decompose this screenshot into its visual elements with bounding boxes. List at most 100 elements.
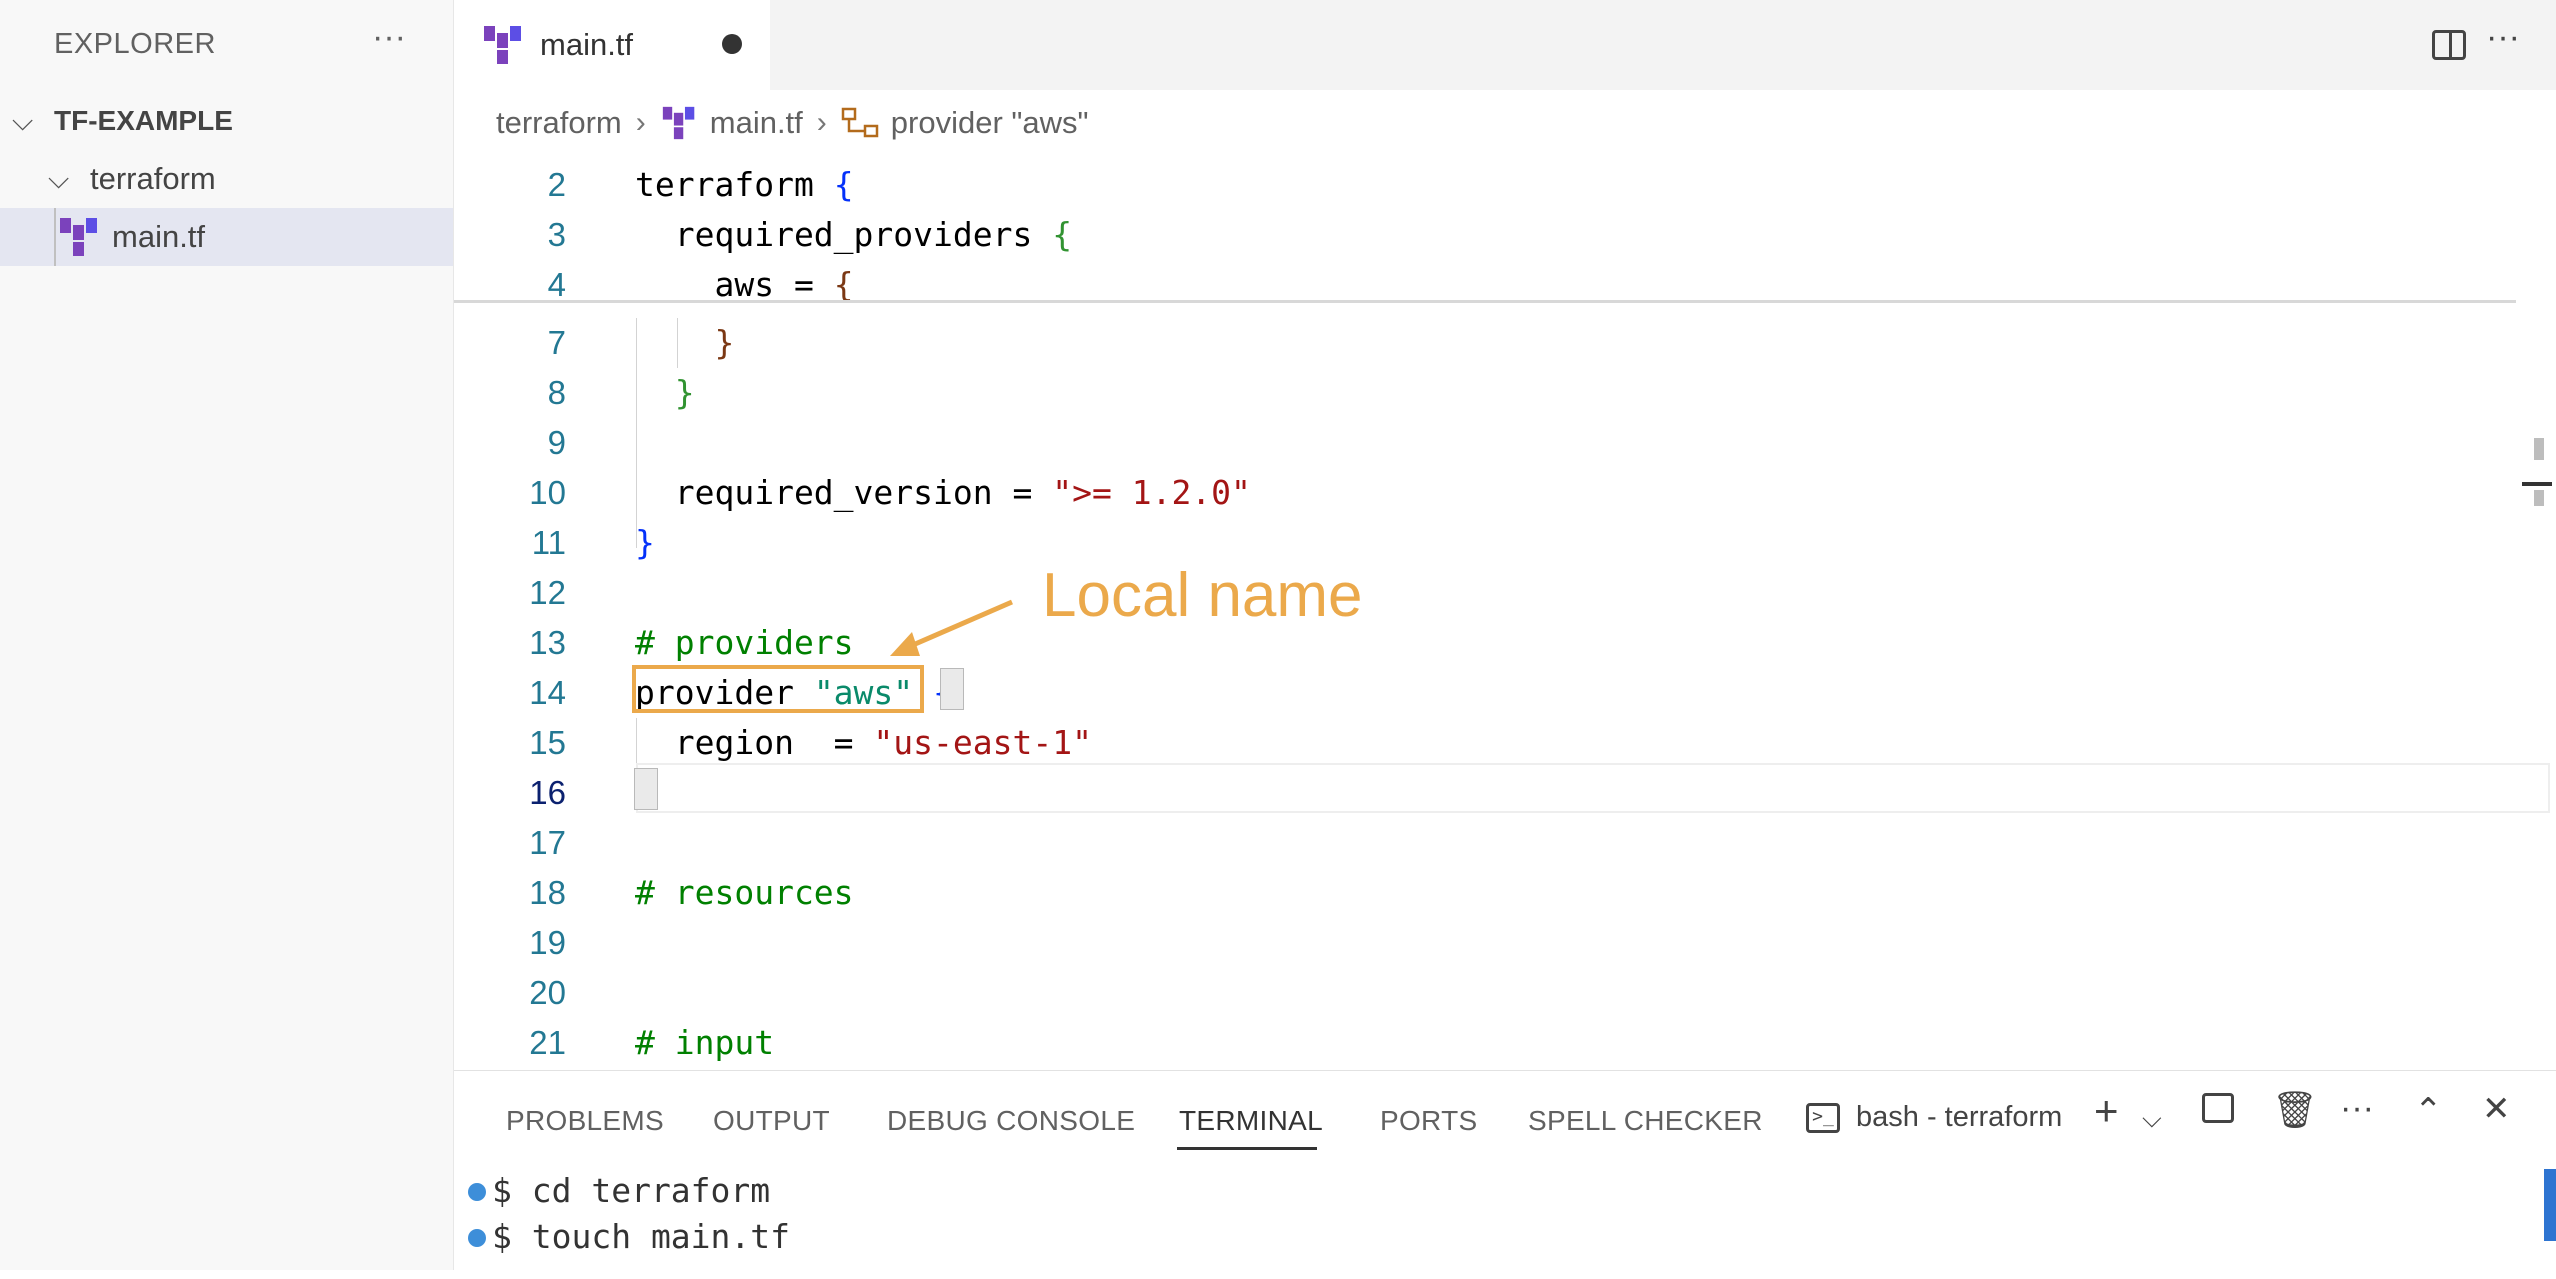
chevron-right-icon: › bbox=[635, 106, 646, 139]
explorer-sidebar: EXPLORER ··· ⌵ TF-EXAMPLE ⌵ terraform ma… bbox=[0, 0, 454, 1270]
line-number: 16 bbox=[529, 774, 566, 811]
line-number: 15 bbox=[529, 724, 566, 761]
bracket-match-highlight bbox=[634, 768, 658, 810]
file-label: main.tf bbox=[112, 219, 206, 254]
line-number: 17 bbox=[529, 824, 566, 861]
tree-project-root[interactable]: ⌵ TF-EXAMPLE bbox=[0, 92, 453, 150]
bottom-panel: PROBLEMS OUTPUT DEBUG CONSOLE TERMINAL P… bbox=[454, 1070, 2556, 1270]
code-line: 9 bbox=[454, 418, 2556, 468]
annotation-label: Local name bbox=[1042, 561, 1363, 630]
editor-more-actions-icon[interactable]: ··· bbox=[2486, 18, 2520, 57]
new-terminal-plus-icon[interactable]: + bbox=[2094, 1087, 2119, 1135]
tab-debug-console[interactable]: DEBUG CONSOLE bbox=[887, 1105, 1135, 1137]
editor-tab-bar: main.tf ··· bbox=[454, 0, 2556, 90]
sticky-scroll-divider bbox=[454, 300, 2516, 303]
line-text: # resources bbox=[635, 873, 854, 912]
symbol-structure-icon bbox=[841, 107, 879, 138]
code-line: 10 required_version = ">= 1.2.0" bbox=[454, 468, 2556, 518]
unsaved-dot-icon[interactable] bbox=[722, 34, 742, 54]
code-line: 18 # resources bbox=[454, 868, 2556, 918]
code-editor[interactable]: 2 terraform { 3 required_providers { 4 a… bbox=[454, 160, 2556, 1068]
line-text: } bbox=[714, 323, 735, 362]
code-line: 21 # input bbox=[454, 1018, 2556, 1068]
line-number: 11 bbox=[531, 524, 566, 561]
terraform-file-icon bbox=[662, 106, 695, 140]
command-decoration-dot-icon[interactable] bbox=[468, 1229, 486, 1247]
code-line: 20 bbox=[454, 968, 2556, 1018]
code-line: 17 bbox=[454, 818, 2556, 868]
terraform-file-icon bbox=[60, 218, 98, 256]
tab-ports[interactable]: PORTS bbox=[1380, 1105, 1477, 1137]
line-number: 18 bbox=[529, 874, 566, 911]
tab-spell-checker[interactable]: SPELL CHECKER bbox=[1528, 1105, 1763, 1137]
close-panel-icon[interactable]: ✕ bbox=[2482, 1089, 2511, 1129]
scrollbar-cursor-marker bbox=[2522, 482, 2552, 486]
terminal-icon: >_ bbox=[1806, 1102, 1840, 1133]
terminal-selector[interactable]: >_ bash - terraform bbox=[1806, 1101, 2062, 1134]
tab-output[interactable]: OUTPUT bbox=[713, 1105, 830, 1137]
code-line: 12 bbox=[454, 568, 2556, 618]
scrollbar-marker bbox=[2534, 438, 2544, 460]
panel-more-actions-icon[interactable]: ··· bbox=[2340, 1089, 2374, 1128]
annotation-arrow-icon bbox=[890, 599, 1013, 656]
code-line: 15 region = "us-east-1" bbox=[454, 718, 2556, 768]
folder-label: terraform bbox=[90, 161, 216, 196]
line-number: 13 bbox=[529, 624, 566, 661]
code-line: 13 # providers bbox=[454, 618, 2556, 668]
command-decoration-dot-icon[interactable] bbox=[468, 1183, 486, 1201]
line-number: 9 bbox=[547, 424, 566, 461]
breadcrumb-symbol[interactable]: provider "aws" bbox=[891, 105, 1089, 141]
split-editor-icon[interactable] bbox=[2432, 30, 2466, 60]
line-text: required_providers { bbox=[635, 215, 1073, 254]
indent-guide bbox=[54, 208, 56, 266]
code-line: 3 required_providers { bbox=[454, 210, 2556, 260]
line-number: 12 bbox=[529, 574, 566, 611]
code-line: 19 bbox=[454, 918, 2556, 968]
tree-file-main-tf[interactable]: main.tf bbox=[0, 208, 453, 266]
tab-problems[interactable]: PROBLEMS bbox=[506, 1105, 664, 1137]
line-text: } bbox=[635, 523, 655, 562]
line-text: # providers bbox=[635, 623, 854, 662]
line-number: 20 bbox=[529, 974, 566, 1011]
explorer-more-actions-icon[interactable]: ··· bbox=[372, 18, 406, 57]
tab-terminal[interactable]: TERMINAL bbox=[1179, 1105, 1323, 1137]
terminal-name: bash - terraform bbox=[1856, 1101, 2063, 1133]
line-number: 7 bbox=[547, 324, 566, 361]
line-number: 21 bbox=[529, 1024, 566, 1061]
annotation-highlight-box bbox=[632, 665, 924, 713]
terminal-scrollbar[interactable] bbox=[2544, 1169, 2556, 1241]
split-terminal-icon[interactable] bbox=[2202, 1093, 2234, 1123]
chevron-down-icon: ⌵ bbox=[48, 162, 70, 194]
terminal-line: $ cd terraform bbox=[468, 1169, 2270, 1215]
terminal-line-text: $ cd terraform bbox=[492, 1171, 771, 1210]
line-number: 14 bbox=[529, 674, 566, 711]
trash-icon[interactable]: 🗑 bbox=[2272, 1089, 2318, 1131]
indent-guide bbox=[636, 718, 637, 764]
tab-label: main.tf bbox=[540, 27, 634, 62]
terminal-output[interactable]: $ cd terraform $ touch main.tf bbox=[468, 1169, 2270, 1279]
breadcrumb-folder[interactable]: terraform bbox=[496, 105, 622, 141]
terraform-file-icon bbox=[484, 26, 522, 64]
explorer-title: EXPLORER bbox=[54, 28, 216, 60]
line-text: # input bbox=[635, 1023, 775, 1062]
code-line: 7 } bbox=[454, 318, 2556, 368]
chevron-down-icon: ⌵ bbox=[12, 104, 34, 136]
line-text: } bbox=[674, 373, 695, 412]
tab-main-tf[interactable]: main.tf bbox=[454, 0, 770, 90]
project-name: TF-EXAMPLE bbox=[54, 105, 233, 136]
line-number: 2 bbox=[547, 166, 566, 203]
line-number: 19 bbox=[529, 924, 566, 961]
active-tab-underline bbox=[1177, 1147, 1317, 1150]
indent-guide bbox=[636, 318, 637, 548]
code-line: 8 } bbox=[454, 368, 2556, 418]
breadcrumb-file[interactable]: main.tf bbox=[710, 105, 803, 141]
chevron-down-icon[interactable]: ⌵ bbox=[2142, 1103, 2162, 1135]
tree-folder-terraform[interactable]: ⌵ terraform bbox=[0, 150, 453, 208]
breadcrumb: terraform › main.tf › provider "aws" bbox=[496, 98, 1089, 148]
line-number: 10 bbox=[529, 474, 566, 511]
chevron-right-icon: › bbox=[816, 106, 827, 139]
line-number: 8 bbox=[547, 374, 566, 411]
maximize-panel-icon[interactable]: ⌃ bbox=[2414, 1091, 2443, 1131]
terminal-line-text: $ touch main.tf bbox=[492, 1217, 791, 1256]
line-number: 3 bbox=[547, 216, 566, 253]
